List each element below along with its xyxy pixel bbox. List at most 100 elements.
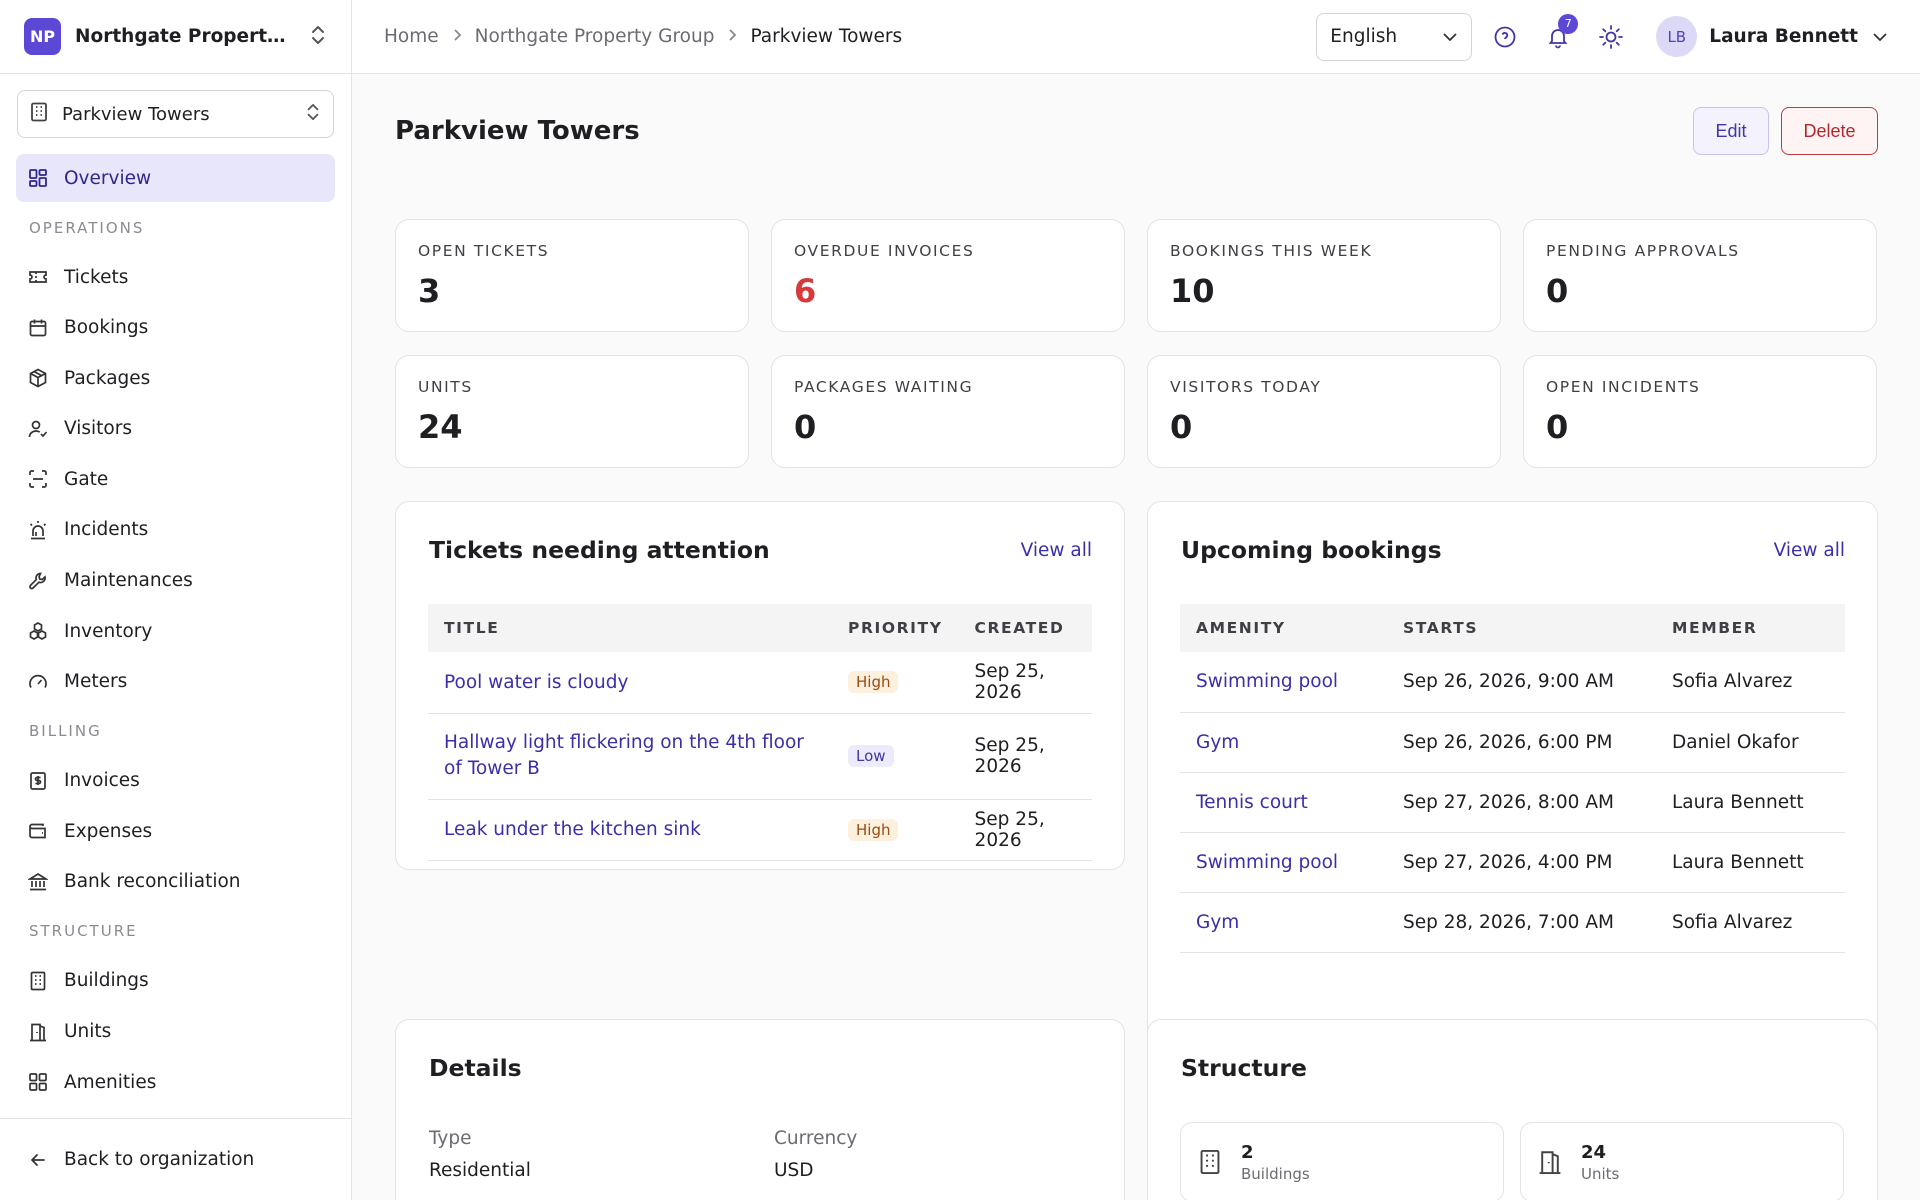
sidebar-item-label: Visitors [64, 418, 132, 440]
member-cell: Daniel Okafor [1656, 712, 1845, 773]
amenity-link[interactable]: Swimming pool [1180, 652, 1387, 713]
sidebar-item-visitors[interactable]: Visitors [16, 405, 335, 453]
org-switcher[interactable]: NP Northgate Property Gr... [0, 0, 351, 74]
amenity-link[interactable]: Gym [1180, 892, 1387, 953]
breadcrumb-home[interactable]: Home [384, 26, 439, 47]
notifications-button[interactable]: 7 [1538, 13, 1579, 57]
amenity-link[interactable]: Tennis court [1180, 772, 1387, 833]
breadcrumb-org[interactable]: Northgate Property Group [475, 26, 715, 47]
chevron-down-icon[interactable] [1872, 27, 1888, 46]
sidebar-item-label: Packages [64, 367, 151, 389]
tickets-view-all-link[interactable]: View all [1021, 540, 1092, 561]
column-header[interactable]: CREATED [958, 604, 1092, 652]
sidebar-item-inventory[interactable]: Inventory [16, 607, 335, 655]
sidebar-item-expenses[interactable]: Expenses [16, 807, 335, 855]
help-button[interactable] [1485, 17, 1525, 57]
details-type-value: Residential [429, 1160, 531, 1181]
theme-toggle[interactable] [1591, 17, 1631, 57]
sidebar-item-units[interactable]: Units [16, 1008, 335, 1056]
sidebar-item-buildings[interactable]: Buildings [16, 957, 335, 1005]
stat-open-incidents[interactable]: OPEN INCIDENTS 0 [1523, 355, 1877, 468]
priority-cell: High [832, 799, 959, 861]
details-panel: Details Type Residential Currency USD [395, 1019, 1125, 1200]
sidebar-item-overview[interactable]: Overview [16, 154, 335, 202]
table-row[interactable]: Swimming pool Sep 26, 2026, 9:00 AM Sofi… [1180, 652, 1845, 713]
stat-label: OPEN TICKETS [418, 242, 550, 260]
sidebar-nav: Overview OPERATIONS Tickets Bookings Pac… [0, 154, 351, 1106]
sidebar-item-tickets[interactable]: Tickets [16, 253, 335, 301]
stat-packages-waiting[interactable]: PACKAGES WAITING 0 [771, 355, 1125, 468]
edit-button[interactable]: Edit [1693, 107, 1769, 155]
column-header[interactable]: STARTS [1387, 604, 1656, 652]
table-row[interactable]: Pool water is cloudy High Sep 25, 2026 [428, 652, 1092, 714]
delete-button[interactable]: Delete [1781, 107, 1878, 155]
sidebar-item-label: Maintenances [64, 570, 193, 592]
ticket-title-link[interactable]: Pool water is cloudy [428, 652, 832, 714]
bookings-view-all-link[interactable]: View all [1774, 540, 1845, 561]
details-currency-label: Currency [774, 1128, 858, 1149]
member-cell: Sofia Alvarez [1656, 892, 1845, 953]
buildings-label: Buildings [1241, 1164, 1310, 1183]
sidebar-item-maintenances[interactable]: Maintenances [16, 557, 335, 605]
chevron-up-down-icon [305, 102, 321, 127]
back-link[interactable]: Back to organization [16, 1136, 335, 1184]
table-row[interactable]: Gym Sep 28, 2026, 7:00 AM Sofia Alvarez [1180, 892, 1845, 953]
user-check-icon [28, 420, 48, 438]
stat-value: 0 [794, 408, 817, 446]
table-row[interactable]: Swimming pool Sep 27, 2026, 4:00 PM Laur… [1180, 832, 1845, 893]
sidebar-item-incidents[interactable]: Incidents [16, 506, 335, 554]
column-header[interactable]: TITLE [428, 604, 832, 652]
sidebar-item-bookings[interactable]: Bookings [16, 304, 335, 352]
stat-pending-approvals[interactable]: PENDING APPROVALS 0 [1523, 219, 1877, 332]
ticket-title-link[interactable]: Hallway light flickering on the 4th floo… [428, 713, 832, 800]
avatar[interactable]: LB [1656, 16, 1698, 57]
column-header[interactable]: PRIORITY [832, 604, 959, 652]
table-row[interactable]: Gym Sep 26, 2026, 6:00 PM Daniel Okafor [1180, 712, 1845, 773]
created-cell: Sep 25, 2026 [958, 713, 1092, 800]
stat-units[interactable]: UNITS 24 [395, 355, 749, 468]
column-header[interactable]: AMENITY [1180, 604, 1387, 652]
sidebar-item-packages[interactable]: Packages [16, 354, 335, 402]
stat-value: 0 [1546, 408, 1569, 446]
sidebar-item-invoices[interactable]: Invoices [16, 757, 335, 805]
amenity-link[interactable]: Gym [1180, 712, 1387, 773]
stat-label: OPEN INCIDENTS [1546, 378, 1701, 396]
structure-buildings-card[interactable]: 2 Buildings [1180, 1122, 1504, 1200]
details-currency-value: USD [774, 1160, 814, 1181]
sidebar-item-meters[interactable]: Meters [16, 658, 335, 706]
stat-value: 3 [418, 272, 441, 310]
sidebar-item-amenities[interactable]: Amenities [16, 1058, 335, 1106]
user-name[interactable]: Laura Bennett [1709, 26, 1858, 47]
stat-value: 24 [418, 408, 463, 446]
stat-label: UNITS [418, 378, 473, 396]
language-select[interactable]: English [1316, 12, 1473, 61]
stat-visitors-today[interactable]: VISITORS TODAY 0 [1147, 355, 1501, 468]
priority-badge: High [848, 818, 899, 841]
wallet-icon [29, 823, 46, 839]
table-row[interactable]: Tennis court Sep 27, 2026, 8:00 AM Laura… [1180, 772, 1845, 833]
notification-badge: 7 [1558, 13, 1579, 34]
bookings-panel-title: Upcoming bookings [1181, 536, 1442, 564]
stat-overdue-invoices[interactable]: OVERDUE INVOICES 6 [771, 219, 1125, 332]
bookings-table: AMENITY STARTS MEMBER Swimming pool Sep … [1180, 604, 1845, 953]
ticket-title-link[interactable]: Leak under the kitchen sink [428, 799, 832, 861]
page-title: Parkview Towers [395, 116, 640, 146]
stat-bookings-this-week[interactable]: BOOKINGS THIS WEEK 10 [1147, 219, 1501, 332]
column-header[interactable]: MEMBER [1656, 604, 1845, 652]
sidebar-item-label: Tickets [64, 266, 129, 288]
details-panel-title: Details [429, 1054, 522, 1082]
back-to-organization[interactable]: Back to organization [0, 1118, 351, 1200]
sidebar-item-bank-reconciliation[interactable]: Bank reconciliation [16, 858, 335, 906]
property-selector[interactable]: Parkview Towers [17, 90, 334, 138]
priority-badge: High [848, 671, 899, 694]
table-row[interactable]: Leak under the kitchen sink High Sep 25,… [428, 799, 1092, 861]
sidebar-item-gate[interactable]: Gate [16, 455, 335, 503]
amenity-link[interactable]: Swimming pool [1180, 832, 1387, 893]
stat-label: BOOKINGS THIS WEEK [1170, 242, 1373, 260]
table-header-row: TITLE PRIORITY CREATED [428, 604, 1092, 652]
calendar-icon [29, 319, 47, 336]
stat-open-tickets[interactable]: OPEN TICKETS 3 [395, 219, 749, 332]
buildings-count: 2 [1241, 1141, 1254, 1163]
structure-units-card[interactable]: 24 Units [1520, 1122, 1844, 1200]
table-row[interactable]: Hallway light flickering on the 4th floo… [428, 713, 1092, 800]
